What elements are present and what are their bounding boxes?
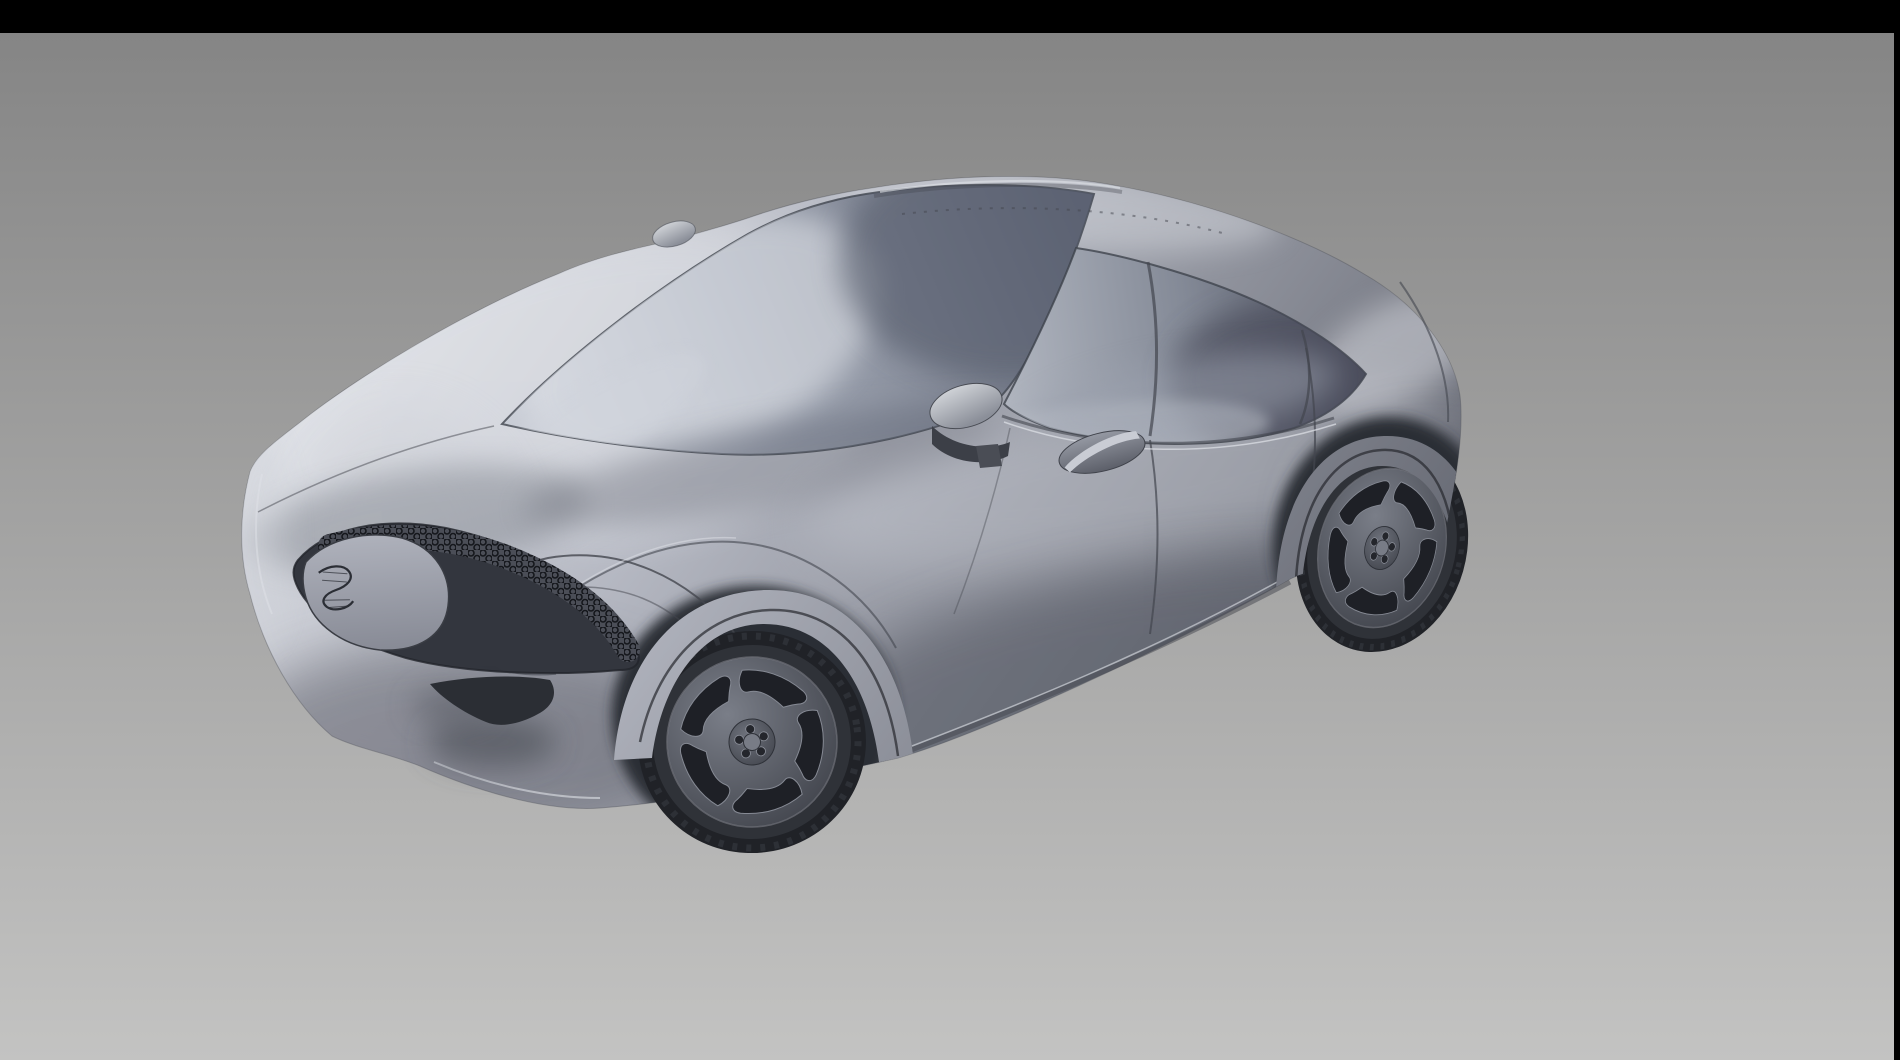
screen — [0, 0, 1900, 1060]
right-bar — [1894, 0, 1900, 1060]
viewport-3d[interactable] — [0, 0, 1900, 1060]
top-bar — [0, 0, 1900, 33]
